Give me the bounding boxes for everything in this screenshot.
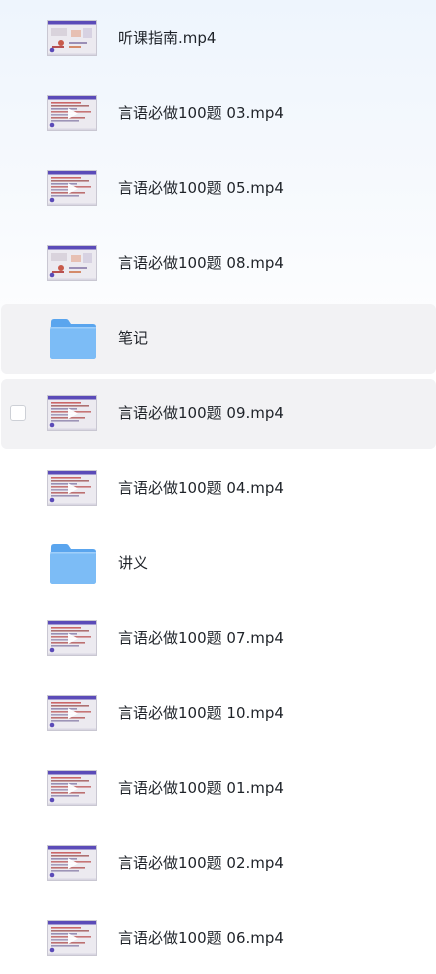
folder-name[interactable]: 笔记 [118,328,148,348]
folder-icon[interactable] [49,318,97,360]
video-thumbnail-icon[interactable] [47,695,97,731]
file-row[interactable]: 言语必做100题 04.mp4 [1,454,436,524]
video-thumbnail-icon[interactable] [47,920,97,956]
video-thumbnail-icon[interactable] [47,20,97,56]
file-row[interactable]: 言语必做100题 05.mp4 [1,154,436,224]
folder-row[interactable]: 笔记 [1,304,436,374]
file-name[interactable]: 言语必做100题 03.mp4 [118,103,284,123]
file-name[interactable]: 言语必做100题 04.mp4 [118,478,284,498]
file-row[interactable]: 言语必做100题 07.mp4 [1,604,436,674]
file-name[interactable]: 听课指南.mp4 [118,28,216,48]
video-thumbnail-icon[interactable] [47,770,97,806]
file-row[interactable]: 言语必做100题 09.mp4 [1,379,436,449]
file-name[interactable]: 言语必做100题 02.mp4 [118,853,284,873]
folder-icon[interactable] [49,543,97,585]
file-name[interactable]: 言语必做100题 06.mp4 [118,928,284,948]
file-row[interactable]: 言语必做100题 02.mp4 [1,829,436,899]
file-name[interactable]: 言语必做100题 07.mp4 [118,628,284,648]
file-name[interactable]: 言语必做100题 08.mp4 [118,253,284,273]
file-name[interactable]: 言语必做100题 05.mp4 [118,178,284,198]
file-name[interactable]: 言语必做100题 10.mp4 [118,703,284,723]
file-row[interactable]: 听课指南.mp4 [1,4,436,74]
video-thumbnail-icon[interactable] [47,245,97,281]
video-thumbnail-icon[interactable] [47,470,97,506]
video-thumbnail-icon[interactable] [47,395,97,431]
folder-row[interactable]: 讲义 [1,529,436,599]
video-thumbnail-icon[interactable] [47,620,97,656]
row-checkbox[interactable] [10,405,26,421]
video-thumbnail-icon[interactable] [47,95,97,131]
file-row[interactable]: 言语必做100题 08.mp4 [1,229,436,299]
file-row[interactable]: 言语必做100题 01.mp4 [1,754,436,824]
video-thumbnail-icon[interactable] [47,170,97,206]
file-row[interactable]: 言语必做100题 03.mp4 [1,79,436,149]
video-thumbnail-icon[interactable] [47,845,97,881]
file-row[interactable]: 言语必做100题 10.mp4 [1,679,436,749]
file-name[interactable]: 言语必做100题 01.mp4 [118,778,284,798]
file-name[interactable]: 言语必做100题 09.mp4 [118,403,284,423]
file-row[interactable]: 言语必做100题 06.mp4 [1,904,436,974]
folder-name[interactable]: 讲义 [118,553,148,573]
file-list: 听课指南.mp4 言语必做100题 03.mp4 言语必做100题 05.mp4 言语… [0,0,436,974]
